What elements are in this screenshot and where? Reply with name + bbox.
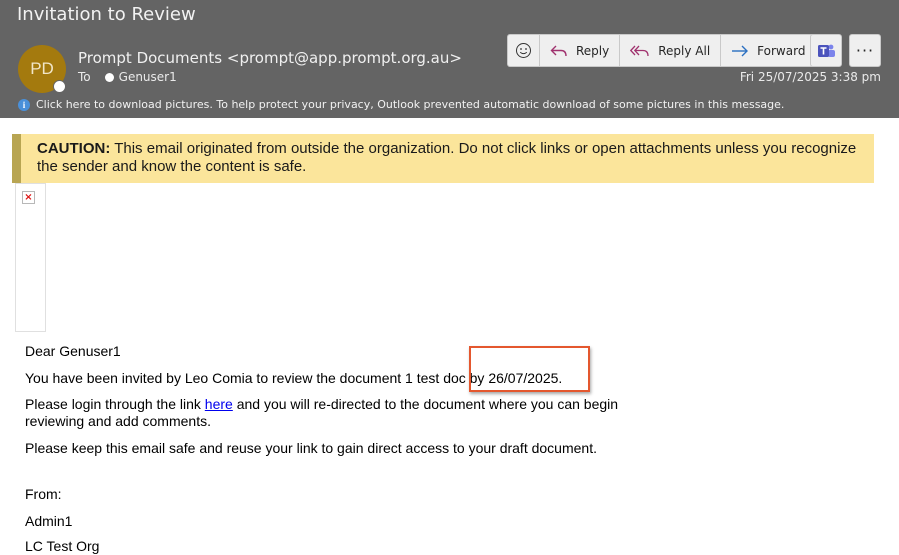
broken-image-icon: × bbox=[22, 191, 35, 204]
organization-name: LC Test Org bbox=[25, 538, 100, 554]
greeting-text: Dear Genuser1 bbox=[25, 343, 121, 359]
reply-button[interactable]: Reply bbox=[539, 35, 619, 66]
more-actions-button[interactable]: ··· bbox=[849, 34, 881, 67]
teams-icon bbox=[818, 44, 835, 57]
caution-text: This email originated from outside the o… bbox=[37, 140, 857, 175]
teams-share-button[interactable] bbox=[810, 34, 842, 67]
login-text-pre: Please login through the link bbox=[25, 396, 205, 412]
emoji-reaction-button[interactable] bbox=[508, 35, 539, 66]
sender-name[interactable]: Prompt Documents <prompt@app.prompt.org.… bbox=[78, 49, 462, 67]
to-label: To bbox=[78, 70, 91, 84]
forward-arrow-icon bbox=[732, 45, 749, 56]
recipient-name[interactable]: Genuser1 bbox=[119, 70, 177, 84]
recipient-presence-icon bbox=[104, 72, 114, 82]
blocked-image-placeholder[interactable] bbox=[15, 183, 46, 332]
reply-arrow-icon bbox=[550, 45, 567, 56]
from-label: From: bbox=[25, 486, 62, 502]
info-icon: i bbox=[18, 98, 30, 111]
from-name: Admin1 bbox=[25, 513, 73, 529]
smiley-icon bbox=[516, 43, 531, 58]
ellipsis-icon: ··· bbox=[855, 41, 875, 60]
subject-title: Invitation to Review bbox=[17, 4, 196, 25]
reply-all-button[interactable]: Reply All bbox=[619, 35, 720, 66]
avatar-initials: PD bbox=[30, 59, 54, 78]
external-caution-banner: CAUTION: This email originated from outs… bbox=[12, 134, 874, 183]
recipient-row: To Genuser1 bbox=[78, 70, 177, 84]
reply-all-arrow-icon bbox=[630, 45, 649, 56]
forward-button[interactable]: Forward bbox=[720, 35, 815, 66]
reply-label: Reply bbox=[576, 43, 610, 58]
forward-label: Forward bbox=[757, 43, 806, 58]
message-header: Invitation to Review PD Prompt Documents… bbox=[0, 0, 899, 118]
keep-safe-text: Please keep this email safe and reuse yo… bbox=[25, 440, 597, 456]
review-link[interactable]: here bbox=[205, 396, 233, 412]
infobar-text: Click here to download pictures. To help… bbox=[36, 98, 785, 111]
sent-date: Fri 25/07/2025 3:38 pm bbox=[739, 70, 881, 84]
message-action-toolbar: Reply Reply All Forward bbox=[507, 34, 817, 67]
download-pictures-infobar[interactable]: i Click here to download pictures. To he… bbox=[18, 98, 784, 111]
presence-status-icon bbox=[53, 80, 66, 93]
reply-all-label: Reply All bbox=[658, 43, 711, 58]
date-highlight-annotation bbox=[469, 346, 590, 392]
caution-label: CAUTION: bbox=[37, 140, 111, 157]
login-instructions: Please login through the link here and y… bbox=[25, 396, 625, 430]
